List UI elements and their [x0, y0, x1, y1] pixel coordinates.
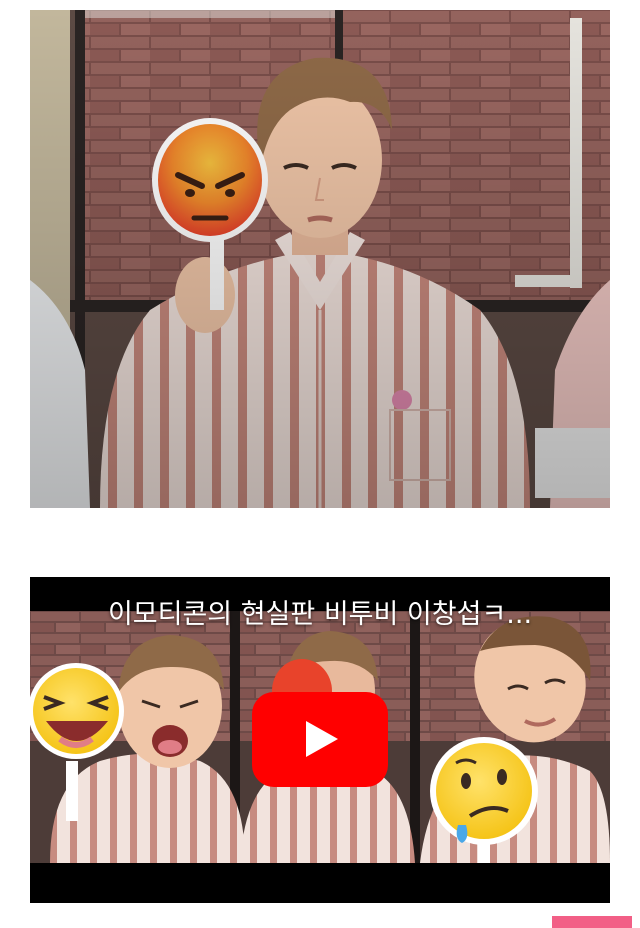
- post-photo: [30, 10, 610, 508]
- youtube-play-button[interactable]: [252, 692, 388, 787]
- play-icon: [306, 721, 338, 757]
- photo-illustration: [30, 10, 610, 508]
- video-embed[interactable]: 이모티콘의 현실판 비투비 이창섭ㅋ...: [30, 577, 610, 903]
- accent-bar: [552, 916, 632, 928]
- video-title[interactable]: 이모티콘의 현실판 비투비 이창섭ㅋ...: [30, 595, 610, 635]
- page: 이모티콘의 현실판 비투비 이창섭ㅋ...: [0, 0, 640, 928]
